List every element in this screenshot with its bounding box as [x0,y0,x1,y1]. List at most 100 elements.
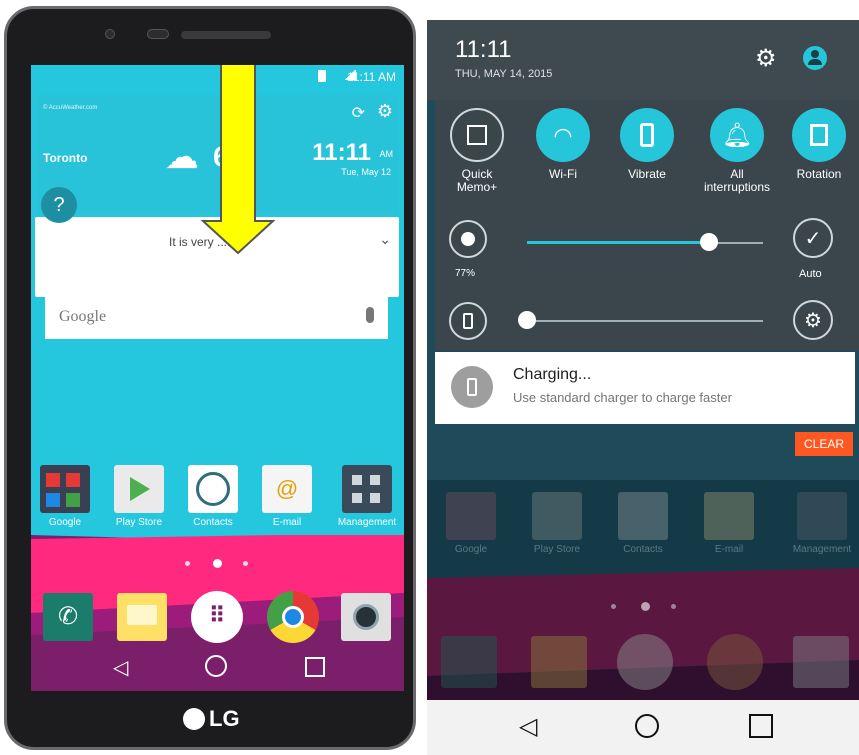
search-input[interactable]: Google [59,308,106,326]
quick-memo-icon [450,108,504,162]
app-label: Contacts [193,517,233,528]
app-label: Play Store [115,517,163,528]
play-store-icon [532,492,582,540]
brightness-percent: 77% [455,268,476,279]
notification-shade-screenshot: 11:11 THU, MAY 14, 2015 ⚙ Quick Memo+ ◠ … [427,20,859,755]
app-label: Google [454,544,488,555]
volume-slider-handle[interactable] [518,311,536,329]
status-time: 11:11 AM [347,70,396,84]
qs-label: All interruptions [703,167,771,194]
volume-slider-track[interactable] [527,320,763,322]
qs-label: Quick Memo+ [456,167,498,194]
play-store-icon [114,465,164,513]
google-folder-icon [40,465,90,513]
qs-interruptions[interactable]: 🔔︎ All interruptions [697,108,777,194]
clock-ampm: AM [379,149,394,159]
auto-label: Auto [799,268,822,280]
app-contacts[interactable]: Contacts [183,465,243,528]
lg-brand-logo: LG [183,705,240,732]
app-label: Contacts [623,544,663,555]
camera-icon[interactable] [341,593,391,641]
rotation-icon [792,108,846,162]
apps-drawer-icon [617,634,673,690]
app-label: Management [337,517,397,528]
chrome-icon[interactable] [267,591,319,643]
qs-label: Vibrate [628,167,666,181]
user-profile-icon[interactable] [803,46,827,70]
app-label: Management [792,544,852,555]
quick-settings-panel: Quick Memo+ ◠ Wi-Fi Vibrate 🔔︎ All inter… [435,100,859,350]
swipe-down-arrow [200,65,276,255]
dimmed-app-contacts: Contacts [613,492,673,555]
messaging-icon [531,636,587,688]
help-icon[interactable]: ? [41,187,77,223]
city-name: Toronto [43,151,88,165]
qs-vibrate[interactable]: Vibrate [611,108,683,181]
shade-date: THU, MAY 14, 2015 [455,68,553,80]
management-folder-icon [342,465,392,513]
qs-label: Rotation [796,167,842,181]
settings-gear-icon[interactable]: ⚙ [755,44,777,73]
brightness-slider-handle[interactable] [699,233,718,251]
brand-label: LG [209,706,240,732]
front-camera-icon [147,29,169,39]
brightness-icon[interactable] [449,220,487,258]
phone-icon[interactable]: ✆ [43,593,93,641]
back-nav-icon[interactable]: ◁ [113,655,128,680]
google-search-bar[interactable]: Google [45,297,388,339]
dimmed-app-email: E-mail [699,492,759,555]
clock-date: Tue, May 12 [341,167,391,177]
weather-source: © AccuWeather.com [43,105,98,111]
volume-vibrate-icon[interactable] [449,302,487,340]
dimmed-app-row: Google Play Store Contacts E-mail Manage… [441,492,859,582]
qs-label: Wi-Fi [549,167,577,181]
dimmed-dock [427,630,859,690]
app-google[interactable]: Google [35,465,95,528]
lg-phone-device: 11:11 AM © AccuWeather.com ⟳ ⚙ Toronto ☁… [4,6,416,750]
app-label: E-mail [714,544,744,555]
app-management[interactable]: Management [331,465,403,528]
camera-icon [793,636,849,688]
auto-brightness-check-icon[interactable]: ✓ [793,218,833,258]
notification-text: Use standard charger to charge faster [513,390,732,405]
clear-button[interactable]: CLEAR [795,432,853,456]
qs-quick-memo[interactable]: Quick Memo+ [441,108,513,194]
phone-icon [441,636,497,688]
qs-wifi[interactable]: ◠ Wi-Fi [527,108,599,181]
chrome-icon [707,634,763,690]
page-indicator [185,559,255,569]
sound-settings-gear-icon[interactable]: ⚙ [793,300,833,340]
shade-header: 11:11 THU, MAY 14, 2015 ⚙ [427,20,859,100]
contacts-icon [618,492,668,540]
microphone-icon[interactable] [366,307,374,323]
back-nav-icon[interactable]: ◁ [519,712,537,741]
notification-title: Charging... [513,366,592,383]
chevron-down-icon[interactable]: ⌄ [379,231,391,248]
app-label: Google [48,517,82,528]
app-play-store[interactable]: Play Store [109,465,169,528]
home-nav-icon[interactable] [205,655,227,677]
refresh-icon[interactable]: ⟳ [352,103,365,123]
recents-nav-icon[interactable] [305,657,325,677]
cloud-icon: ☁ [165,138,199,176]
home-nav-icon[interactable] [635,714,659,738]
app-label: E-mail [272,517,302,528]
dimmed-page-indicator [611,602,681,612]
app-email[interactable]: @ E-mail [257,465,317,528]
apps-drawer-icon[interactable]: ⠿ [191,591,243,643]
bell-icon: 🔔︎ [710,108,764,162]
recents-nav-icon[interactable] [749,714,773,738]
dimmed-app-play-store: Play Store [527,492,587,555]
clock-time: 11:11 [312,139,371,166]
settings-gear-icon[interactable]: ⚙ [377,101,393,122]
qs-rotation[interactable]: Rotation [783,108,855,181]
battery-icon [318,70,326,82]
charging-notification[interactable]: Charging... Use standard charger to char… [435,352,855,424]
home-screen: 11:11 AM © AccuWeather.com ⟳ ⚙ Toronto ☁… [31,65,404,691]
battery-charging-icon [451,366,493,408]
dimmed-app-google: Google [441,492,501,555]
email-icon [704,492,754,540]
front-sensor-icon [105,29,115,39]
nav-bar: ◁ [427,700,859,755]
messaging-icon[interactable] [117,593,167,641]
